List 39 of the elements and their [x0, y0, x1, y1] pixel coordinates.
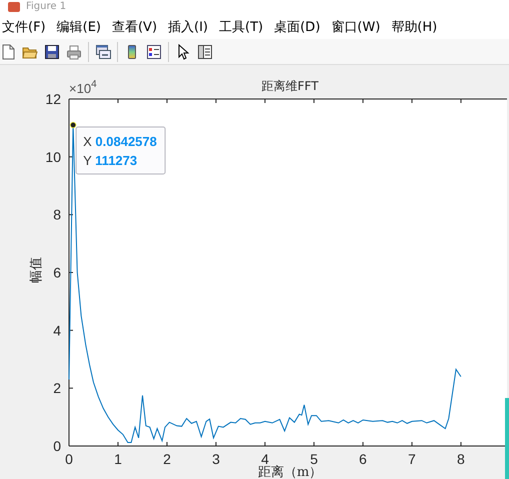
tick-label: 7 [408, 451, 416, 467]
menu-item[interactable]: 编辑(E) [54, 18, 110, 36]
menu-item[interactable]: 查看(V) [110, 18, 166, 36]
menu-item[interactable]: 桌面(D) [272, 18, 330, 36]
linked-windows-icon[interactable] [95, 44, 111, 60]
y-axis-label: 幅值 [29, 257, 44, 283]
printer-icon[interactable] [66, 44, 82, 60]
datatip-text: X 0.0842578 [83, 134, 157, 150]
legend-icon[interactable] [146, 44, 162, 60]
datatip-marker [70, 122, 76, 128]
new-file-icon[interactable] [0, 44, 16, 60]
tick-label: 10 [45, 148, 61, 165]
tick-label: 4 [53, 322, 61, 338]
tick-label: 8 [457, 451, 465, 467]
property-editor-icon[interactable] [197, 44, 213, 60]
tick-label: 2 [163, 451, 171, 467]
app-icon [8, 2, 20, 12]
menu-item[interactable]: 文件(F) [0, 18, 55, 36]
tick-label: 1 [114, 451, 122, 467]
menu-item[interactable]: 工具(T) [217, 18, 272, 36]
tick-label: 2 [53, 380, 61, 396]
chart-title: 距离维FFT [262, 79, 318, 93]
tick-label: 6 [359, 451, 367, 467]
tick-label: 6 [53, 264, 61, 280]
menu-item[interactable]: 插入(I) [166, 18, 218, 36]
x-axis-label: 距离（m） [258, 465, 322, 479]
tick-label: 8 [53, 206, 61, 223]
tick-label: 5 [310, 451, 318, 467]
datatip-text: Y 111273 [83, 153, 138, 168]
tick-label: 3 [212, 451, 220, 467]
tick-label: 0 [65, 451, 73, 467]
exponent-label: ×10$^{4}$ [69, 79, 97, 96]
tick-label: 0 [53, 438, 61, 454]
tick-label: 4 [261, 451, 269, 467]
window-title: Figure 1 [26, 1, 66, 12]
menu-item[interactable]: 帮助(H) [389, 18, 446, 36]
tick-label: 12 [45, 91, 61, 107]
menu-item[interactable]: 窗口(W) [329, 18, 390, 36]
save-icon[interactable] [44, 44, 60, 60]
